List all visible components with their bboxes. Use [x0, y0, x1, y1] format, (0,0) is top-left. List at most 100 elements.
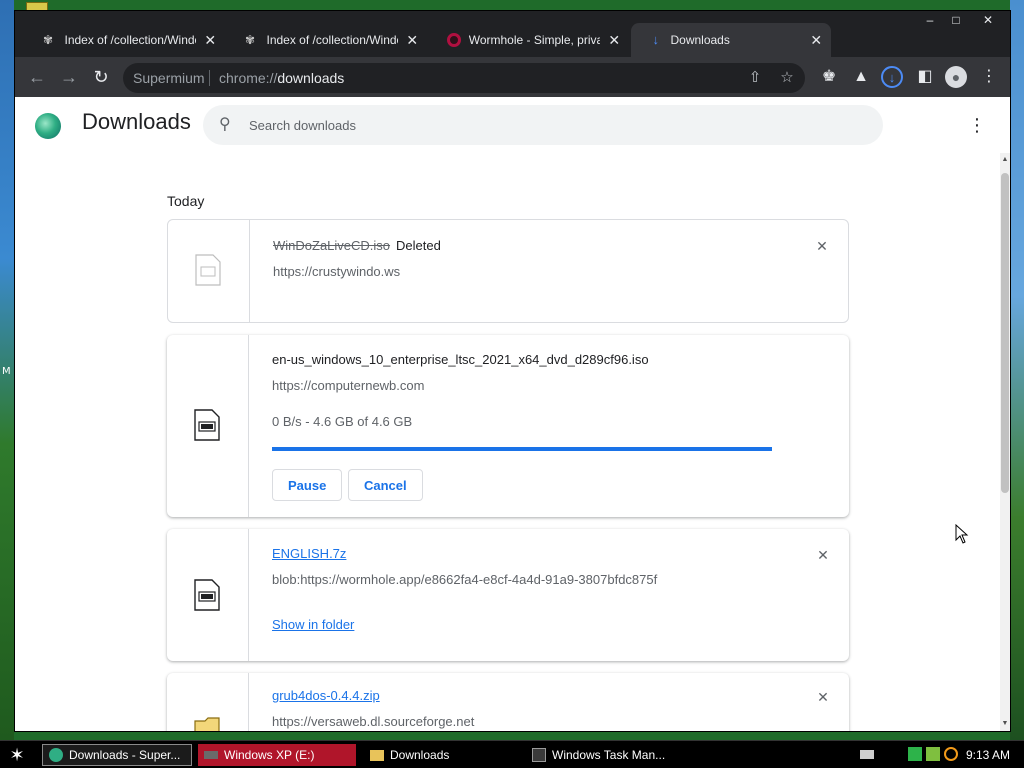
reload-button[interactable]: ↻ [89, 65, 113, 89]
folder-icon: ✾ [43, 33, 54, 47]
network-icon[interactable] [908, 747, 922, 761]
supermium-logo-icon [35, 113, 61, 139]
more-actions-icon[interactable]: ⋮ [967, 115, 987, 135]
clock: 9:13 AM [966, 748, 1011, 762]
file-source-url: https://crustywindo.ws [273, 264, 401, 279]
taskbar: ✶ Downloads - Super... Windows XP (E:) D… [0, 740, 1024, 768]
remove-icon[interactable]: ✕ [814, 238, 830, 254]
search-input[interactable] [249, 115, 849, 135]
task-windows-xp-drive[interactable]: Windows XP (E:) [198, 744, 356, 766]
side-panel-icon[interactable]: ◧ [913, 65, 937, 89]
remove-icon[interactable]: ✕ [815, 689, 831, 705]
tab-title: Index of /collection/Window [266, 33, 398, 47]
search-icon: ⚲ [219, 116, 231, 133]
folder-icon: ✾ [245, 33, 256, 47]
file-icon-column [167, 673, 249, 731]
profile-avatar-icon[interactable]: ● [945, 66, 967, 88]
tab-title: Index of /collection/Window [64, 33, 196, 47]
browser-menu-icon[interactable]: ⋮ [977, 65, 1001, 89]
close-icon[interactable]: ✕ [204, 32, 217, 49]
browser-toolbar: ← → ↻ Supermium chrome://downloads ⇧ ☆ ♚… [15, 57, 1010, 97]
cancel-button[interactable]: Cancel [348, 469, 423, 501]
tab-index-2[interactable]: ✾ Index of /collection/Window ✕ [227, 23, 427, 57]
downloads-page: Downloads ⚲ ⋮ ▲ ▼ Today WinDoZaLiveCD.is… [15, 97, 1010, 731]
address-bar[interactable]: Supermium chrome://downloads ⇧ ☆ [123, 63, 805, 93]
downloads-toolbar-icon[interactable]: ↓ [881, 66, 903, 88]
file-source-url: blob:https://wormhole.app/e8662fa4-e8cf-… [272, 572, 658, 587]
file-icon-column [167, 529, 249, 661]
window-close-button[interactable]: ✕ [973, 11, 1003, 29]
file-source-url: https://computernewb.com [272, 378, 425, 393]
download-item: en-us_windows_10_enterprise_ltsc_2021_x6… [167, 335, 849, 517]
desktop-wallpaper-right [1010, 0, 1024, 740]
scrollbar-thumb[interactable] [1001, 173, 1009, 493]
browser-brand: Supermium [133, 70, 205, 86]
close-icon[interactable]: ✕ [406, 32, 419, 49]
maximize-button[interactable]: □ [941, 11, 971, 29]
tab-title: Downloads [670, 33, 730, 47]
status-badge: Deleted [396, 238, 441, 253]
task-manager-icon [532, 748, 546, 762]
pause-button[interactable]: Pause [272, 469, 343, 501]
safely-remove-icon[interactable] [926, 747, 940, 761]
browser-window: ✾ Index of /collection/Window ✕ ✾ Index … [14, 10, 1011, 732]
file-icon [194, 409, 220, 441]
address-separator [209, 70, 210, 86]
task-task-manager[interactable]: Windows Task Man... [526, 744, 680, 766]
tab-strip: ✾ Index of /collection/Window ✕ ✾ Index … [15, 11, 1010, 57]
progress-bar-fill [272, 447, 772, 451]
file-name: WinDoZaLiveCD.iso [273, 238, 391, 253]
folder-icon [370, 749, 384, 761]
show-in-folder-link[interactable]: Show in folder [272, 617, 354, 632]
extensions-icon[interactable]: ♚ [817, 65, 841, 89]
tab-title: Wormhole - Simple, private [468, 33, 600, 47]
search-tray-icon[interactable] [944, 747, 958, 761]
file-icon [194, 579, 220, 611]
bookmark-star-icon[interactable]: ☆ [777, 68, 797, 88]
task-label: Windows Task Man... [552, 748, 666, 762]
download-item: ENGLISH.7z blob:https://wormhole.app/e86… [167, 529, 849, 661]
zip-file-icon [194, 717, 220, 731]
tab-wormhole[interactable]: Wormhole - Simple, private ✕ [429, 23, 629, 57]
file-icon [195, 254, 221, 286]
start-button[interactable]: ✶ [4, 744, 30, 766]
page-title: Downloads [82, 109, 191, 134]
supermium-icon [49, 748, 63, 762]
desktop-label: M [2, 366, 11, 377]
forward-button[interactable]: → [57, 65, 81, 89]
back-button[interactable]: ← [25, 65, 49, 89]
file-icon-column [167, 335, 249, 517]
close-icon[interactable]: ✕ [608, 32, 621, 49]
tab-downloads[interactable]: ↓ Downloads ✕ [631, 23, 831, 57]
download-icon: ↓ [652, 32, 659, 47]
tab-index-1[interactable]: ✾ Index of /collection/Window ✕ [25, 23, 225, 57]
scroll-down-icon[interactable]: ▼ [1000, 719, 1010, 729]
search-box[interactable]: ⚲ [203, 105, 883, 145]
file-name-link[interactable]: ENGLISH.7z [272, 546, 346, 561]
keyboard-icon[interactable] [860, 750, 874, 759]
url-scheme: chrome:// [219, 70, 278, 86]
wormhole-icon [447, 33, 461, 47]
scroll-up-icon[interactable]: ▲ [1000, 155, 1010, 165]
progress-bar [272, 447, 772, 451]
task-downloads-folder[interactable]: Downloads [364, 744, 518, 766]
file-source-url: https://versaweb.dl.sourceforge.net [272, 714, 475, 729]
file-name: en-us_windows_10_enterprise_ltsc_2021_x6… [272, 352, 649, 367]
download-item: grub4dos-0.4.4.zip https://versaweb.dl.s… [167, 673, 849, 731]
task-downloads-browser[interactable]: Downloads - Super... [42, 744, 192, 766]
labs-flask-icon[interactable]: ▲ [849, 65, 873, 89]
page-header: Downloads ⚲ ⋮ [15, 97, 1010, 153]
mouse-cursor-icon [955, 524, 969, 544]
task-label: Downloads [390, 748, 450, 762]
share-icon[interactable]: ⇧ [745, 68, 765, 88]
close-icon[interactable]: ✕ [810, 32, 823, 49]
file-name-link[interactable]: grub4dos-0.4.4.zip [272, 688, 380, 703]
file-icon-column [168, 220, 250, 322]
date-heading: Today [167, 193, 205, 209]
remove-icon[interactable]: ✕ [815, 547, 831, 563]
task-label: Downloads - Super... [69, 748, 181, 762]
url-path: downloads [277, 70, 345, 86]
address-url[interactable]: chrome://downloads [219, 70, 344, 86]
drive-icon [204, 751, 218, 759]
progress-status: 0 B/s - 4.6 GB of 4.6 GB [272, 414, 413, 429]
